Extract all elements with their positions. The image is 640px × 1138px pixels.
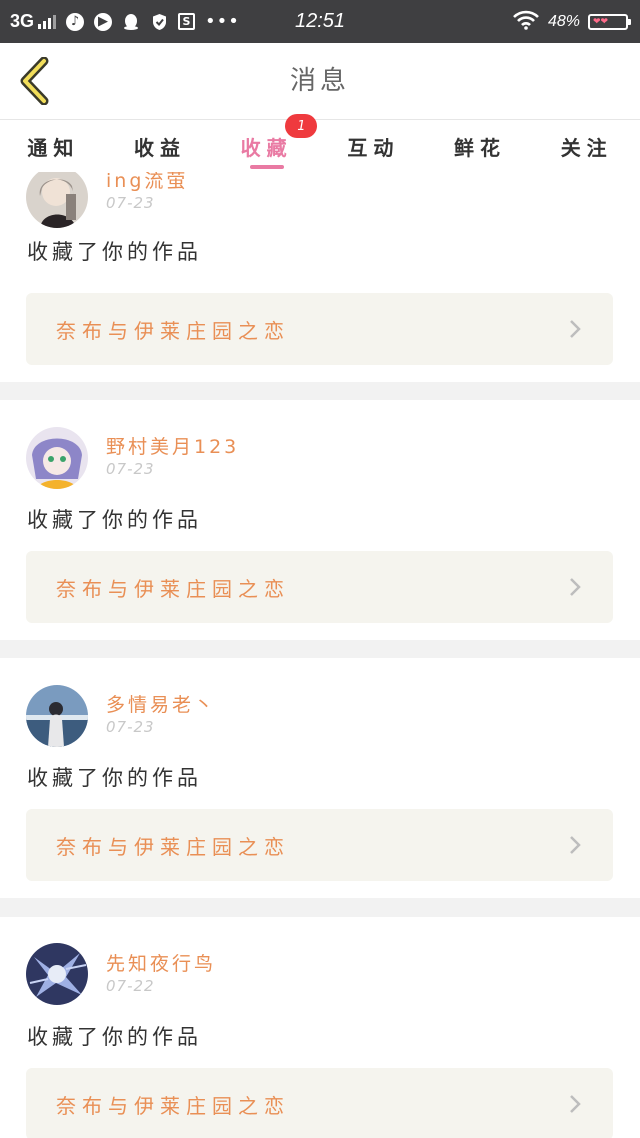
message-card: 野村美月123 07-23 收藏了你的作品 奈布与伊莱庄园之恋: [0, 400, 640, 640]
work-link[interactable]: 奈布与伊莱庄园之恋: [26, 293, 613, 365]
chevron-right-icon: [570, 320, 581, 338]
tab-earnings[interactable]: 收益: [107, 120, 214, 172]
action-text: 收藏了你的作品: [27, 240, 202, 264]
unread-badge: 1: [285, 114, 318, 138]
work-title: 奈布与伊莱庄园之恋: [56, 318, 290, 343]
avatar[interactable]: [26, 172, 88, 228]
work-link[interactable]: 奈布与伊莱庄园之恋: [26, 551, 613, 623]
timestamp: 07-23: [106, 718, 155, 736]
chevron-right-icon: [570, 578, 581, 596]
tab-bar: 通知 收益 收藏 1 互动 鲜花 关注: [0, 114, 640, 172]
tab-label: 通知: [27, 135, 80, 160]
avatar[interactable]: [26, 685, 88, 747]
work-link[interactable]: 奈布与伊莱庄园之恋: [26, 1068, 613, 1138]
timestamp: 07-23: [106, 194, 155, 212]
action-text: 收藏了你的作品: [27, 508, 202, 532]
message-card: 多情易老丶 07-23 收藏了你的作品 奈布与伊莱庄园之恋: [0, 658, 640, 898]
battery-percent: 48%: [547, 12, 580, 30]
tab-interactions[interactable]: 互动: [320, 120, 427, 172]
message-list[interactable]: ing流萤 07-23 收藏了你的作品 奈布与伊莱庄园之恋 野村美月123 07…: [0, 172, 640, 1138]
chevron-right-icon: [570, 1095, 581, 1113]
tab-follows[interactable]: 关注: [533, 120, 640, 172]
avatar[interactable]: [26, 427, 88, 489]
tab-favorites[interactable]: 收藏 1: [213, 114, 320, 172]
tab-notifications[interactable]: 通知: [0, 120, 107, 172]
username[interactable]: 多情易老丶: [106, 690, 216, 717]
tab-label: 互动: [347, 135, 400, 160]
tab-label: 关注: [560, 135, 613, 160]
page-title: 消息: [289, 66, 350, 96]
active-tab-indicator: [249, 165, 284, 169]
tab-label: 鲜花: [454, 135, 507, 160]
wifi-icon: [512, 10, 540, 34]
header: 消息: [0, 43, 640, 120]
timestamp: 07-22: [106, 977, 155, 995]
timestamp: 07-23: [106, 460, 155, 478]
chevron-right-icon: [570, 836, 581, 854]
username[interactable]: ing流萤: [106, 172, 188, 193]
work-title: 奈布与伊莱庄园之恋: [56, 576, 290, 601]
status-bar: 3G ♪ ▶ S ••• 12:51 48% ❤❤: [0, 0, 640, 43]
message-card: ing流萤 07-23 收藏了你的作品 奈布与伊莱庄园之恋: [0, 172, 640, 382]
tab-label: 收藏: [240, 135, 293, 160]
tab-flowers[interactable]: 鲜花: [427, 120, 534, 172]
action-text: 收藏了你的作品: [27, 1025, 202, 1049]
username[interactable]: 先知夜行鸟: [106, 949, 216, 976]
action-text: 收藏了你的作品: [27, 766, 202, 790]
work-title: 奈布与伊莱庄园之恋: [56, 1093, 290, 1118]
avatar[interactable]: [26, 943, 88, 1005]
message-card: 先知夜行鸟 07-22 收藏了你的作品 奈布与伊莱庄园之恋: [0, 917, 640, 1138]
work-title: 奈布与伊莱庄园之恋: [56, 834, 290, 859]
username[interactable]: 野村美月123: [106, 432, 239, 459]
battery-icon: ❤❤: [588, 13, 631, 30]
work-link[interactable]: 奈布与伊莱庄园之恋: [26, 809, 613, 881]
tab-label: 收益: [134, 135, 186, 160]
